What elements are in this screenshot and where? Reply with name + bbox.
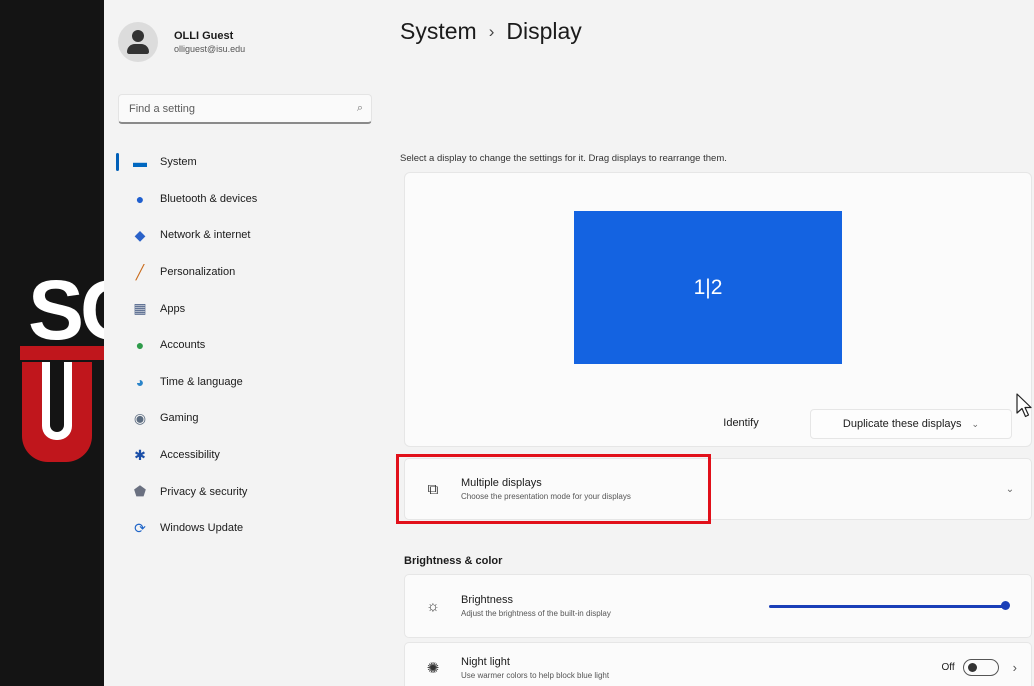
brightness-slider-thumb[interactable] xyxy=(1001,601,1010,610)
night-light-toggle[interactable] xyxy=(962,659,999,676)
bluetooth-icon: ● xyxy=(135,190,145,207)
duplicate-displays-dropdown[interactable]: Duplicate these displays ⌄ xyxy=(810,409,1012,439)
breadcrumb-chevron-icon: › xyxy=(488,22,495,41)
sidebar-item-label: Time & language xyxy=(160,375,243,388)
sidebar-item-time-language[interactable]: ◕ Time & language xyxy=(104,364,376,401)
duplicate-displays-label: Duplicate these displays xyxy=(842,418,962,430)
sidebar-item-label: Personalization xyxy=(160,266,236,279)
personalization-brush-icon: ╱ xyxy=(135,263,145,280)
system-icon: ▬ xyxy=(133,154,147,171)
sidebar-item-accounts[interactable]: ● Accounts xyxy=(104,327,376,364)
page-title: System › Display xyxy=(400,18,582,45)
sidebar-item-apps[interactable]: ▦ Apps xyxy=(104,290,376,327)
sidebar-item-bluetooth-devices[interactable]: ● Bluetooth & devices xyxy=(104,181,376,218)
apps-icon: ▦ xyxy=(133,300,147,317)
sidebar-item-label: Accounts xyxy=(160,339,206,352)
background-logo-letter: SC xyxy=(28,263,104,357)
search-icon[interactable]: ⌕ xyxy=(357,102,363,115)
network-icon: ◆ xyxy=(134,226,146,243)
chevron-right-icon[interactable]: › xyxy=(1013,660,1017,675)
arrange-hint: Select a display to change the settings … xyxy=(400,153,727,164)
mouse-pointer-icon xyxy=(1016,393,1032,418)
brightness-title: Brightness xyxy=(461,594,513,606)
sidebar-item-gaming[interactable]: ◉ Gaming xyxy=(104,400,376,437)
avatar xyxy=(118,22,158,62)
night-light-icon: ✺ xyxy=(426,659,440,677)
brightness-desc: Adjust the brightness of the built-in di… xyxy=(461,609,611,618)
settings-window: OLLI Guest olliguest@isu.edu ⌕ ▬ System ● B… xyxy=(104,0,1034,686)
display-tile-label: 1|2 xyxy=(693,275,723,299)
user-profile[interactable]: OLLI Guest olliguest@isu.edu xyxy=(118,18,245,66)
brightness-sun-icon: ☼ xyxy=(426,597,440,615)
main-content: System › Display Select a display to chang… xyxy=(376,0,1034,686)
search-input[interactable] xyxy=(127,101,357,116)
sidebar-item-personalization[interactable]: ╱ Personalization xyxy=(104,254,376,291)
brightness-slider[interactable] xyxy=(769,594,1010,618)
sidebar-item-label: Windows Update xyxy=(160,522,244,535)
night-light-title: Night light xyxy=(461,655,510,668)
display-tile[interactable]: 1|2 xyxy=(574,211,842,364)
sidebar-item-label: Accessibility xyxy=(160,449,220,462)
display-arrangement-panel: 1|2 Identify Duplicate these displays ⌄ xyxy=(404,172,1032,447)
time-language-icon: ◕ xyxy=(135,373,145,390)
sidebar-nav: ▬ System ● Bluetooth & devices ◆ Network & in… xyxy=(104,144,376,547)
sidebar-item-label: System xyxy=(160,156,197,169)
privacy-shield-icon: ⬟ xyxy=(133,483,147,500)
sidebar-item-label: Network & internet xyxy=(160,229,251,242)
sidebar-item-label: Gaming xyxy=(160,412,199,425)
brightness-row: ☼ Brightness Adjust the brightness of th… xyxy=(404,574,1032,638)
background-photo: SC xyxy=(0,0,104,686)
sidebar-item-accessibility[interactable]: ✱ Accessibility xyxy=(104,437,376,474)
identify-button[interactable]: Identify xyxy=(707,409,775,437)
sidebar-item-system[interactable]: ▬ System xyxy=(104,144,376,181)
sidebar-item-windows-update[interactable]: ⟳ Windows Update xyxy=(104,510,376,547)
sidebar-item-privacy-security[interactable]: ⬟ Privacy & security xyxy=(104,473,376,510)
windows-update-icon: ⟳ xyxy=(134,519,146,536)
brightness-slider-track xyxy=(769,605,1005,608)
profile-email: olliguest@isu.edu xyxy=(174,44,246,54)
sidebar-item-label: Apps xyxy=(160,302,186,315)
night-light-state: Off xyxy=(941,662,955,673)
night-light-row[interactable]: ✺ Night light Use warmer colors to help … xyxy=(404,642,1032,686)
sidebar-item-label: Bluetooth & devices xyxy=(160,192,258,205)
sidebar: OLLI Guest olliguest@isu.edu ⌕ ▬ System ● B… xyxy=(104,0,376,686)
breadcrumb-display: Display xyxy=(506,18,582,44)
accessibility-icon: ✱ xyxy=(134,446,146,463)
chevron-down-icon: ⌄ xyxy=(971,418,980,429)
search-box[interactable]: ⌕ xyxy=(118,94,372,124)
accounts-icon: ● xyxy=(135,337,145,354)
gaming-icon: ◉ xyxy=(133,409,147,426)
brightness-color-heading: Brightness & color xyxy=(404,555,503,567)
breadcrumb-system[interactable]: System xyxy=(400,18,477,44)
profile-name: OLLI Guest xyxy=(174,30,234,42)
sidebar-item-label: Privacy & security xyxy=(160,485,248,498)
chevron-down-icon[interactable]: ⌄ xyxy=(989,484,1031,495)
sidebar-item-network-internet[interactable]: ◆ Network & internet xyxy=(104,217,376,254)
highlight-annotation-box xyxy=(396,454,711,524)
night-light-desc: Use warmer colors to help block blue lig… xyxy=(461,670,610,680)
